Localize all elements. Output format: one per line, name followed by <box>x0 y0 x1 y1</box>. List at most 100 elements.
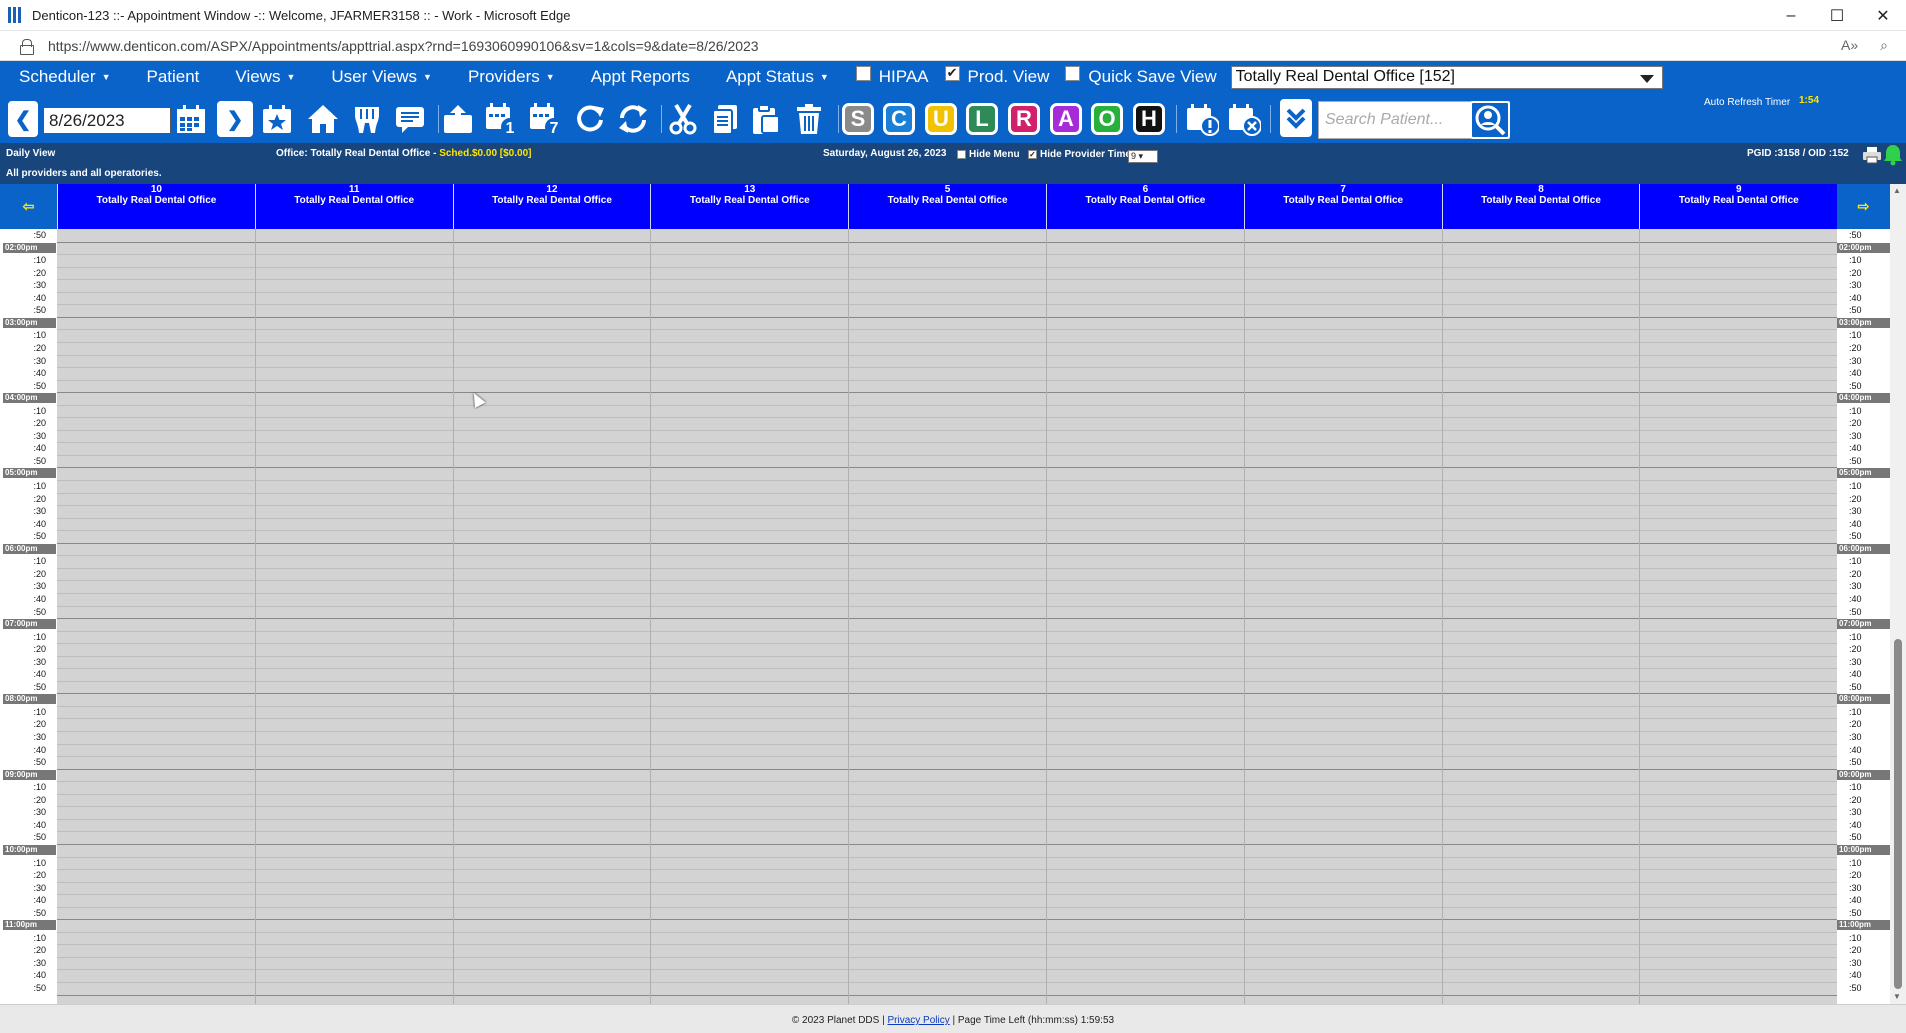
calendar-alert-icon[interactable] <box>1184 99 1220 139</box>
home-icon[interactable] <box>305 99 341 139</box>
operatory-number: 13 <box>744 184 756 195</box>
url-field[interactable]: https://www.denticon.com/ASPX/Appointmen… <box>48 38 759 54</box>
operatory-column-header[interactable]: 6 Totally Real Dental Office <box>1046 184 1244 229</box>
hide-menu-checkbox[interactable] <box>957 149 966 159</box>
notification-bell-icon[interactable] <box>1883 144 1903 166</box>
status-scheduled-button[interactable]: S <box>842 103 874 135</box>
sync-icon[interactable] <box>615 99 651 139</box>
week-view-icon[interactable]: 7 <box>528 99 564 139</box>
tooth-chart-icon[interactable] <box>349 99 385 139</box>
minute-label: :10 <box>1849 330 1862 341</box>
notes-icon[interactable] <box>392 99 428 139</box>
hide-provider-time-checkbox[interactable]: ✓ <box>1028 149 1037 159</box>
menu-scheduler[interactable]: Scheduler ▼ <box>0 67 127 87</box>
favorite-calendar-icon[interactable] <box>259 99 295 139</box>
next-day-button[interactable]: ❯ <box>217 101 253 137</box>
status-unconfirmed-button[interactable]: U <box>925 103 957 135</box>
search-patient-button[interactable] <box>1470 101 1510 139</box>
minute-label: :50 <box>1849 455 1862 466</box>
svg-text:1: 1 <box>506 120 515 137</box>
menu-user-views[interactable]: User Views ▼ <box>312 67 449 87</box>
prod-view-toggle[interactable]: ✔ Prod. View <box>944 65 1049 87</box>
hipaa-toggle[interactable]: HIPAA <box>855 65 929 87</box>
status-o-button[interactable]: O <box>1091 103 1123 135</box>
operatory-column-header[interactable]: 10 Totally Real Dental Office <box>57 184 255 229</box>
schedule-grid: :50 02:00pm:10:20:30:40:50 03:00pm:10:20:3… <box>0 229 1890 1004</box>
operatory-column-header[interactable]: 12 Totally Real Dental Office <box>452 184 651 229</box>
cut-icon[interactable] <box>665 99 701 139</box>
slot-row-line <box>57 806 1837 808</box>
sched-production-value: Sched.$0.00 [$0.00] <box>439 148 532 159</box>
operatory-column-divider <box>1441 229 1443 1004</box>
menu-appt-reports[interactable]: Appt Reports <box>572 67 707 87</box>
menu-appt-reports-label: Appt Reports <box>590 67 690 86</box>
date-input[interactable]: 8/26/2023 <box>43 107 171 134</box>
minute-label: :30 <box>1849 506 1862 517</box>
zoom-icon[interactable]: ⌕ <box>1880 37 1888 54</box>
operatory-column-header[interactable]: 8 Totally Real Dental Office <box>1441 184 1640 229</box>
hour-label: 03:00pm <box>3 317 56 328</box>
menu-views[interactable]: Views ▼ <box>216 67 312 87</box>
office-select[interactable]: Totally Real Dental Office [152] <box>1230 65 1663 89</box>
grid-scrollbar[interactable]: ▲ ▼ <box>1890 184 1906 1004</box>
slot-row-line <box>57 592 1837 594</box>
refresh-icon[interactable] <box>572 99 608 139</box>
minute-label: :50 <box>1849 983 1862 993</box>
minute-label: :20 <box>1849 870 1862 881</box>
operatory-column-header[interactable]: 9 Totally Real Dental Office <box>1639 184 1838 229</box>
scrollbar-thumb[interactable] <box>1894 639 1902 989</box>
privacy-policy-link[interactable]: Privacy Policy <box>887 1015 949 1026</box>
status-h-button[interactable]: H <box>1133 103 1165 135</box>
delete-icon[interactable] <box>791 99 827 139</box>
menu-providers[interactable]: Providers ▼ <box>449 67 572 87</box>
status-left-message-button[interactable]: L <box>966 103 998 135</box>
calendar-icon[interactable] <box>173 99 209 139</box>
operatory-column-header[interactable]: 5 Totally Real Dental Office <box>848 184 1046 229</box>
maximize-button[interactable]: ☐ <box>1814 0 1860 31</box>
minute-label: :10 <box>1849 706 1862 717</box>
slot-row-line <box>57 793 1837 795</box>
prev-columns-button[interactable]: ⇦ <box>0 184 57 229</box>
operatory-column-header[interactable]: 11 Totally Real Dental Office <box>254 184 453 229</box>
menu-patient[interactable]: Patient <box>127 67 216 87</box>
scroll-up-icon[interactable]: ▲ <box>1893 186 1901 195</box>
status-confirmed-button[interactable]: C <box>883 103 915 135</box>
paste-icon[interactable] <box>748 99 784 139</box>
calendar-cancel-icon[interactable] <box>1226 99 1262 139</box>
next-columns-button[interactable]: ⇨ <box>1837 184 1890 229</box>
hour-label: 10:00pm <box>1837 844 1890 855</box>
hide-menu-toggle[interactable]: Hide Menu <box>957 149 1020 160</box>
operatory-column-header[interactable]: 7 Totally Real Dental Office <box>1243 184 1442 229</box>
operatory-name: Totally Real Dental Office <box>689 195 810 206</box>
columns-count-select[interactable]: 9 ▾ <box>1128 150 1158 163</box>
read-aloud-icon[interactable]: A» <box>1841 37 1858 54</box>
menu-appt-status[interactable]: Appt Status ▼ <box>707 67 846 87</box>
chevron-down-icon: ▼ <box>545 72 555 82</box>
prev-day-button[interactable]: ❮ <box>8 101 38 137</box>
operatory-number: 9 <box>1736 184 1742 195</box>
prod-view-checkbox[interactable]: ✔ <box>944 65 960 81</box>
minimize-button[interactable]: – <box>1768 0 1814 31</box>
scroll-down-icon[interactable]: ▼ <box>1893 992 1901 1001</box>
one-day-view-icon[interactable]: 1 <box>484 99 520 139</box>
quick-save-view-checkbox[interactable] <box>1065 65 1081 81</box>
operatory-column-header[interactable]: 13 Totally Real Dental Office <box>650 184 849 229</box>
print-icon[interactable] <box>1862 146 1882 164</box>
move-appointment-icon[interactable] <box>440 99 476 139</box>
close-button[interactable]: ✕ <box>1860 0 1906 31</box>
lock-icon[interactable] <box>20 38 34 55</box>
status-r-button[interactable]: R <box>1008 103 1040 135</box>
expand-down-button[interactable] <box>1280 99 1312 137</box>
hide-provider-time-toggle[interactable]: ✓ Hide Provider Time <box>1028 149 1131 160</box>
slot-row-line <box>57 316 1837 318</box>
appointment-slots[interactable] <box>57 229 1837 1004</box>
copy-icon[interactable] <box>707 99 743 139</box>
operatory-number: 7 <box>1340 184 1346 195</box>
quick-save-view-toggle[interactable]: Quick Save View <box>1065 65 1217 87</box>
minute-label: :20 <box>33 945 46 956</box>
minute-label: :50 <box>33 380 46 391</box>
status-arrived-button[interactable]: A <box>1050 103 1082 135</box>
minute-label: :30 <box>33 656 46 667</box>
minute-label: :20 <box>33 568 46 579</box>
hipaa-checkbox[interactable] <box>855 65 871 81</box>
